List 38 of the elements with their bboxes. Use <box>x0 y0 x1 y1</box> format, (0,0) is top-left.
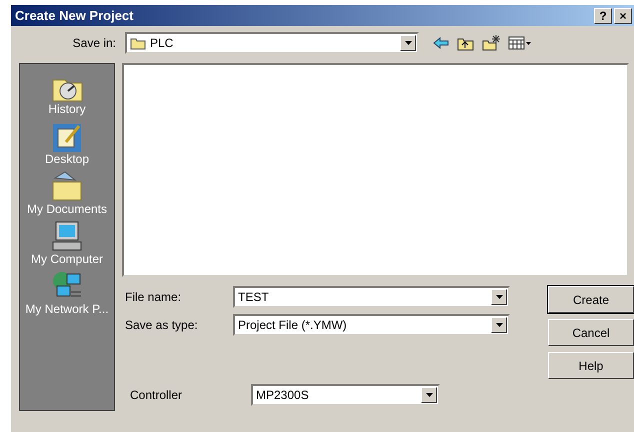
window-title: Create New Project <box>15 8 134 23</box>
places-item[interactable]: My Network P... <box>25 270 109 316</box>
up-folder-icon[interactable] <box>457 36 474 50</box>
save-in-value: PLC <box>150 36 174 50</box>
desktop-pencil-icon <box>53 124 81 152</box>
controller-label: Controller <box>129 388 184 402</box>
dropdown-arrow-button[interactable] <box>491 289 507 305</box>
new-folder-icon[interactable] <box>482 35 500 51</box>
dialog-button[interactable]: Cancel <box>548 319 634 346</box>
places-item[interactable]: My Computer <box>30 220 104 266</box>
caret-icon <box>404 41 412 45</box>
caret-icon <box>496 295 502 299</box>
view-menu-icon[interactable] <box>508 36 532 50</box>
save-as-type-label: Save as type: <box>124 318 199 332</box>
dialog-button[interactable]: Create <box>548 286 634 313</box>
dropdown-arrow-button[interactable] <box>491 317 507 333</box>
folder-clock-icon <box>52 80 82 102</box>
title-bar-button[interactable]: ? <box>594 8 612 24</box>
computer-icon <box>52 222 82 250</box>
controller-dropdown[interactable]: MP2300S <box>251 384 440 406</box>
dialog-button[interactable]: Help <box>548 352 634 379</box>
save-as-type-dropdown[interactable]: Project File (*.YMW) <box>233 314 510 336</box>
save-in-label: Save in: <box>72 36 116 50</box>
save-in-dropdown[interactable]: PLC <box>125 32 419 54</box>
network-computers-icon <box>52 272 82 296</box>
file-name-label: File name: <box>124 290 182 304</box>
places-item[interactable]: History <box>48 70 86 116</box>
places-item[interactable]: Desktop <box>44 120 90 166</box>
places-item[interactable]: My Documents <box>26 170 108 216</box>
folder-icon <box>130 36 146 50</box>
back-arrow-icon[interactable] <box>433 37 449 49</box>
folder-documents-icon <box>52 171 82 200</box>
title-bar-button[interactable]: × <box>614 8 632 24</box>
dropdown-arrow-button[interactable] <box>400 35 416 51</box>
caret-icon <box>496 323 502 327</box>
dropdown-arrow-button[interactable] <box>421 387 437 403</box>
caret-icon <box>426 393 432 397</box>
file-name-field[interactable]: TEST <box>233 286 510 308</box>
